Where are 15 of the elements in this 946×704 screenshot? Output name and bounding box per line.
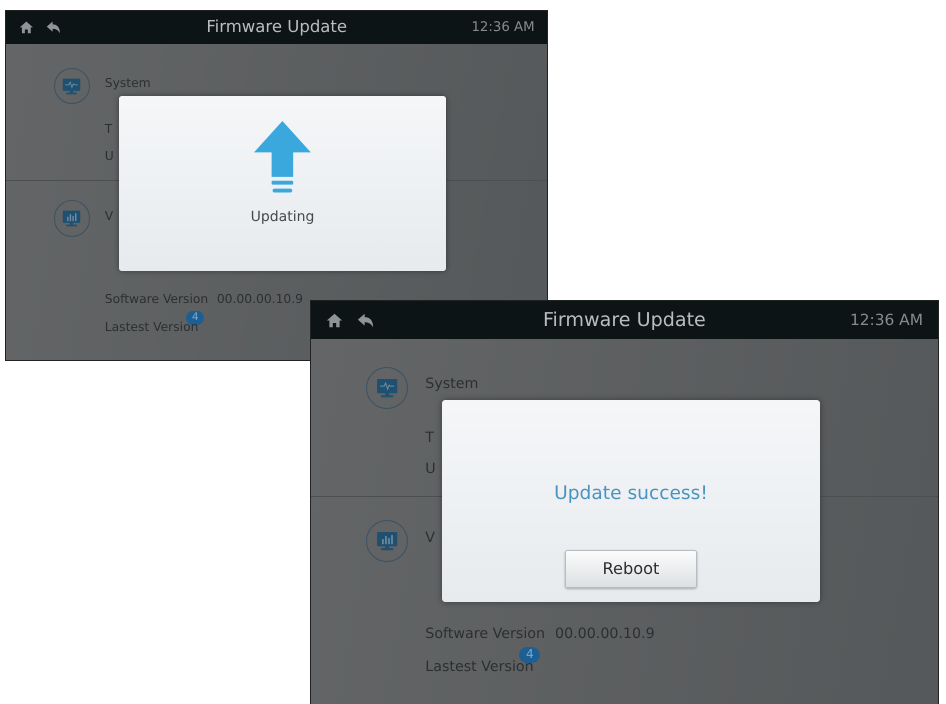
screen-title: Firmware Update bbox=[205, 16, 348, 38]
clock-time: 12:36 AM bbox=[848, 310, 923, 331]
count-badge: 4 bbox=[519, 646, 540, 662]
back-arrow-icon[interactable] bbox=[46, 20, 61, 35]
monitor-pulse-icon bbox=[61, 76, 82, 97]
back-arrow-icon[interactable] bbox=[357, 312, 374, 329]
clock-time: 12:36 AM bbox=[470, 18, 535, 37]
dialog-message: Updating bbox=[250, 208, 314, 227]
monitor-chart-icon bbox=[61, 208, 82, 230]
count-badge: 4 bbox=[186, 311, 204, 325]
screen-title: Firmware Update bbox=[542, 306, 707, 333]
dialog-message: Update success! bbox=[554, 482, 708, 506]
home-icon[interactable] bbox=[18, 20, 34, 35]
reboot-button[interactable]: Reboot bbox=[565, 550, 697, 588]
home-icon[interactable] bbox=[326, 312, 343, 329]
